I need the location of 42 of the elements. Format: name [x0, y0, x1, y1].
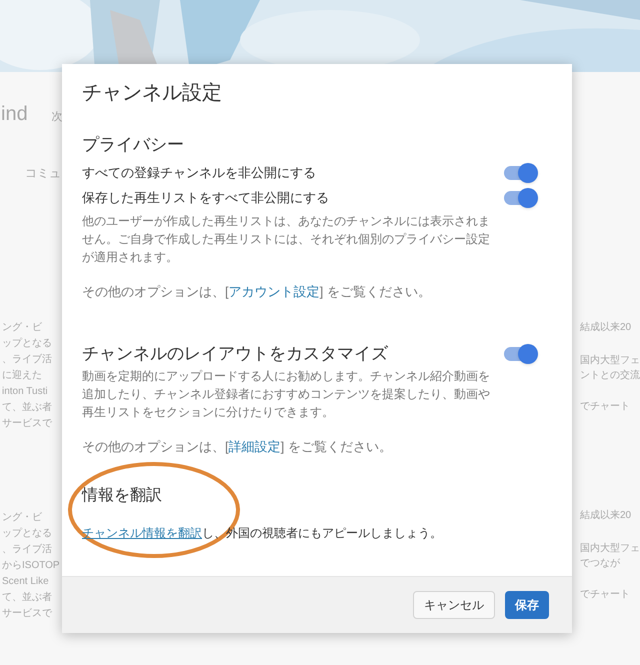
background-text: ング・ビ [2, 511, 43, 525]
dialog-title: チャンネル設定 [82, 81, 223, 106]
toggle-label: すべての登録チャンネルを非公開にする [82, 164, 316, 182]
background-text: ップとなる [2, 336, 53, 351]
background-text: からISOTOP [2, 559, 61, 573]
toggle-label: 保存した再生リストをすべて非公開にする [82, 188, 329, 207]
more-options-text: その他のオプションは、[詳細設定] をご覧ください。 [82, 438, 393, 456]
settings-link[interactable]: アカウント設定 [228, 284, 320, 298]
save-button[interactable]: 保存 [505, 591, 549, 619]
background-text: でチャート [580, 400, 631, 414]
background-text: に迎えた [2, 368, 43, 383]
background-text: 国内大型フェ [580, 354, 640, 368]
background-text: ントとの交流 [580, 368, 640, 383]
background-text: 、ライブ活 [2, 352, 53, 367]
description-text: 他のユーザーが作成した再生リストは、あなたのチャンネルには表示されません。ご自身で作成した再生リストには、それぞれ個別のプライバシー設定が適用されます。 [82, 212, 491, 266]
background-text: 結成以来20 [580, 508, 632, 523]
toggle-switch[interactable] [502, 188, 538, 208]
section-heading: チャンネルのレイアウトをカスタマイズ [82, 343, 388, 365]
description-text: 動画を定期的にアップロードする人にお勧めします。チャンネル紹介動画を追加したり、チャンネル登録者におすすめコンテンツを提案したり、動画や再生リストをセクションに分けたりできます。 [82, 368, 491, 420]
background-text: 、ライブ活 [2, 542, 53, 557]
toggle-switch[interactable] [502, 344, 538, 364]
channel-subtitle: 次 [52, 110, 63, 125]
translate-link[interactable]: チャンネル情報を翻訳 [82, 526, 202, 540]
background-text: サービスで [2, 607, 53, 621]
background-text: でチャート [580, 588, 631, 602]
background-text: て、並ぶ者 [2, 400, 53, 415]
background-text: 国内大型フェ [580, 542, 640, 556]
background-text: サービスで [2, 417, 53, 431]
background-text: ング・ビ [2, 321, 43, 335]
background-text: Scent Like [2, 575, 50, 589]
background-text: ップとなる [2, 526, 53, 541]
background-text: て、並ぶ者 [2, 590, 53, 605]
more-options-text: その他のオプションは、[アカウント設定] をご覧ください。 [82, 282, 432, 301]
channel-name: ind [1, 102, 28, 127]
section-heading: 情報を翻訳 [82, 486, 162, 506]
cancel-button[interactable]: キャンセル [413, 591, 495, 619]
background-text: inton Tusti [2, 385, 49, 399]
section-heading: プライバシー [82, 134, 185, 156]
background-text: 結成以来20 [580, 320, 632, 335]
background-text: でつなが [580, 557, 621, 571]
toggle-switch[interactable] [502, 162, 538, 182]
settings-link[interactable]: 詳細設定 [228, 438, 281, 454]
